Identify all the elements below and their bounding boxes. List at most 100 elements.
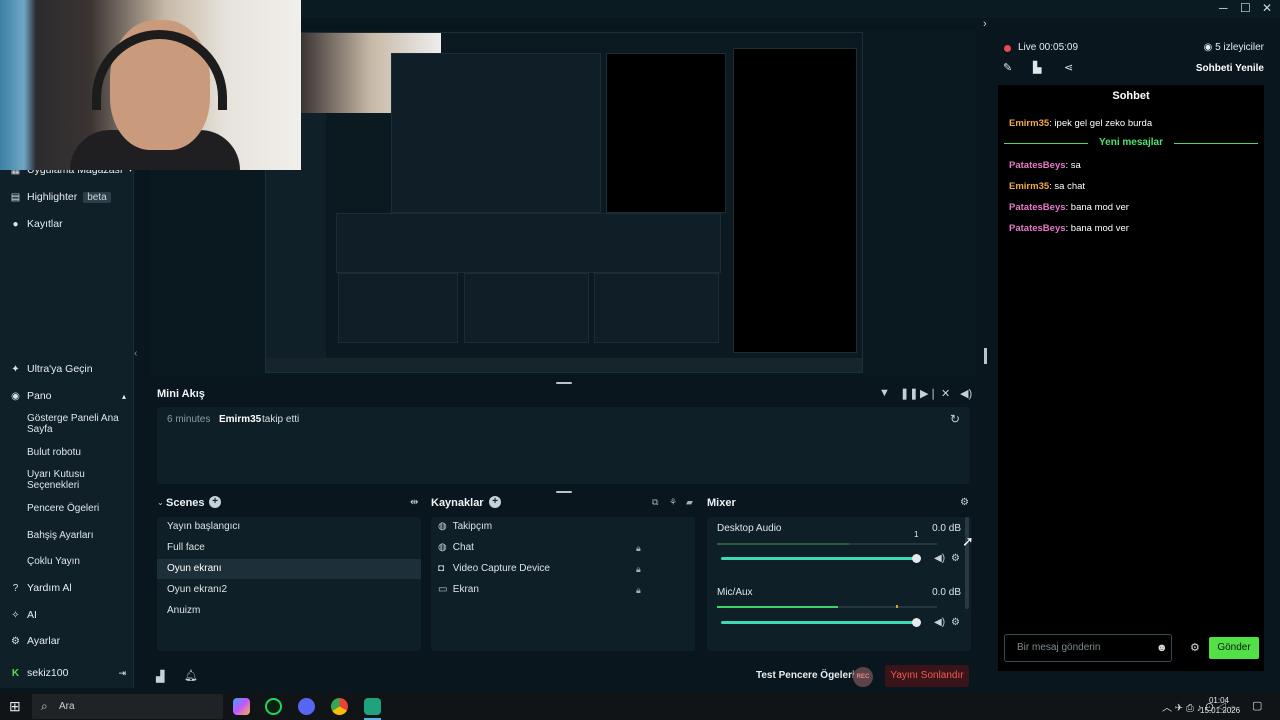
refresh-chat-button[interactable]: Sohbeti Yenile	[1196, 63, 1264, 74]
add-scene-icon[interactable]: +	[209, 496, 221, 508]
spotify-app-icon[interactable]	[265, 698, 282, 715]
subnav-multistream[interactable]: Çoklu Yayın	[27, 556, 127, 567]
refresh-icon[interactable]: ↻	[950, 412, 960, 426]
chevron-right-icon[interactable]: ›	[983, 18, 987, 30]
chat-username[interactable]: Emirm35	[1009, 118, 1049, 129]
chevron-down-icon[interactable]: ⌄	[157, 498, 164, 507]
bottom-bar: ▟ 🔔︎ Test Pencere Ögeleri REC Yayını Son…	[150, 662, 976, 690]
lock-icon[interactable]: 🔒︎	[636, 559, 641, 579]
stream-info-icon[interactable]: ▙	[1033, 61, 1041, 74]
edit-icon[interactable]: ✎	[1003, 61, 1012, 74]
logout-icon[interactable]: ⇥	[118, 668, 126, 679]
notification-icon[interactable]: ▢	[1252, 699, 1262, 712]
discord-app-icon[interactable]	[298, 698, 315, 715]
pause-icon[interactable]: ❚❚	[900, 387, 918, 400]
folder-icon[interactable]: ▰	[686, 497, 693, 508]
chrome-app-icon[interactable]	[331, 698, 348, 715]
nav-dashboard[interactable]: ◉ Pano ▴	[10, 390, 126, 402]
nav-label: Ayarlar	[27, 635, 61, 647]
chat-settings-icon[interactable]: ⚙	[1190, 641, 1200, 654]
stream-preview[interactable]	[265, 32, 863, 373]
add-source-icon[interactable]: +	[489, 496, 501, 508]
test-widgets-button[interactable]: Test Pencere Ögeleri	[756, 670, 855, 681]
scene-item[interactable]: Anuizm	[157, 601, 421, 621]
chat-username[interactable]: Emirm35	[1009, 181, 1049, 192]
windows-start-icon[interactable]: ⊞	[9, 698, 21, 715]
copilot-app-icon[interactable]	[233, 698, 250, 715]
chat-username[interactable]: PatatesBeys	[1009, 202, 1066, 213]
globe-icon: ◍	[438, 542, 447, 553]
gear-icon[interactable]: ⚙	[951, 617, 960, 628]
preview-nested-sources	[464, 273, 589, 343]
mute-alerts-icon[interactable]: ✕	[941, 387, 950, 400]
nav-help[interactable]: ? Yardım Al	[10, 582, 72, 594]
divider-line	[1174, 143, 1258, 144]
end-stream-button[interactable]: Yayını Sonlandır	[885, 665, 969, 687]
chat-message-input[interactable]: Bir mesaj gönderin	[1004, 634, 1172, 662]
chat-username[interactable]: PatatesBeys	[1009, 160, 1066, 171]
source-settings-icon[interactable]: ⚘	[669, 497, 677, 508]
maximize-icon[interactable]: ☐	[1240, 1, 1251, 15]
filter-icon[interactable]: ▼	[879, 387, 890, 399]
source-label: Video Capture Device	[452, 563, 550, 574]
channel-name: Mic/Aux	[717, 587, 753, 598]
source-item[interactable]: ◘ Video Capture Device 🔒︎	[438, 559, 688, 579]
volume-icon[interactable]: ◀)	[960, 387, 972, 400]
taskbar-search[interactable]: ⌕ Ara	[32, 694, 223, 719]
scene-item[interactable]: Full face	[157, 538, 421, 558]
send-button[interactable]: Gönder	[1209, 637, 1259, 659]
minimize-icon[interactable]: ─	[1219, 1, 1228, 15]
taskbar-clock[interactable]: 01:04 15.01.2026	[1200, 696, 1240, 716]
chat-text: sa	[1070, 160, 1081, 171]
bell-icon[interactable]: 🔔︎	[184, 669, 198, 682]
emoji-icon[interactable]: ☻	[1156, 642, 1168, 654]
collapse-sidebar-icon[interactable]: ‹	[134, 348, 137, 359]
lock-icon[interactable]: 🔒︎	[636, 580, 641, 600]
subnav-dashboard-home[interactable]: Gösterge Paneli Ana Sayfa	[27, 413, 127, 435]
share-icon[interactable]: ⋖	[1064, 61, 1073, 74]
slider-knob[interactable]	[912, 618, 921, 627]
scenes-panel: Yayın başlangıcı Full face Oyun ekranı O…	[157, 517, 421, 651]
speaker-icon[interactable]: ◀)	[934, 553, 945, 564]
nav-ai[interactable]: ✧ AI	[10, 609, 37, 621]
mouse-cursor: ➚	[962, 533, 974, 549]
skip-icon[interactable]: ▶❘	[920, 387, 938, 400]
mixer-settings-icon[interactable]: ⚙	[960, 497, 969, 508]
subnav-tips[interactable]: Bahşiş Ayarları	[27, 530, 127, 541]
streamlabs-app-icon[interactable]	[364, 698, 381, 715]
scene-item[interactable]: Oyun ekranı2	[157, 580, 421, 600]
scene-transition-icon[interactable]: ⇹	[410, 497, 418, 508]
source-item[interactable]: ◍ Chat 🔒︎	[438, 538, 688, 558]
gear-icon[interactable]: ⚙	[951, 553, 960, 564]
source-group-icon[interactable]: ⧉	[652, 497, 658, 508]
scene-item[interactable]: Yayın başlangıcı	[157, 517, 421, 537]
nav-highlighter[interactable]: ▤ Highlighter beta	[10, 191, 111, 203]
nav-ultra[interactable]: ✦ Ultra'ya Geçin	[10, 363, 92, 375]
nav-recordings[interactable]: ● Kayıtlar	[10, 218, 62, 230]
lock-icon[interactable]: 🔒︎	[636, 538, 641, 558]
source-item[interactable]: ▭ Ekran 🔒︎	[438, 580, 688, 600]
chat-username[interactable]: PatatesBeys	[1009, 223, 1066, 234]
subnav-alertbox[interactable]: Uyarı Kutusu Seçenekleri	[27, 469, 127, 491]
subnav-widgets[interactable]: Pencere Ögeleri	[27, 503, 127, 514]
volume-slider[interactable]	[721, 618, 921, 627]
stats-icon[interactable]: ▟	[156, 670, 164, 683]
preview-nested-window	[391, 53, 601, 213]
panel-drag-handle[interactable]	[556, 491, 572, 493]
volume-slider[interactable]	[721, 554, 921, 563]
close-icon[interactable]: ✕	[1262, 1, 1272, 15]
rec-button[interactable]: REC	[853, 667, 873, 687]
event-user[interactable]: Emirm35	[219, 414, 261, 425]
source-label: Ekran	[452, 584, 479, 595]
speaker-icon[interactable]: ◀)	[934, 617, 945, 628]
mixer-scrollbar[interactable]	[965, 517, 969, 609]
chat-message: PatatesBeys: bana mod ver	[1009, 202, 1129, 213]
resize-handle[interactable]	[984, 348, 987, 364]
subnav-cloudbot[interactable]: Bulut robotu	[27, 447, 127, 458]
nav-settings[interactable]: ⚙ Ayarlar	[10, 635, 60, 647]
slider-knob[interactable]	[912, 554, 921, 563]
nav-account[interactable]: K sekiz100 ⇥	[10, 667, 126, 679]
audio-meter	[717, 543, 937, 545]
scene-item-active[interactable]: Oyun ekranı	[157, 559, 421, 579]
source-item[interactable]: ◍ Takipçım	[438, 517, 688, 537]
